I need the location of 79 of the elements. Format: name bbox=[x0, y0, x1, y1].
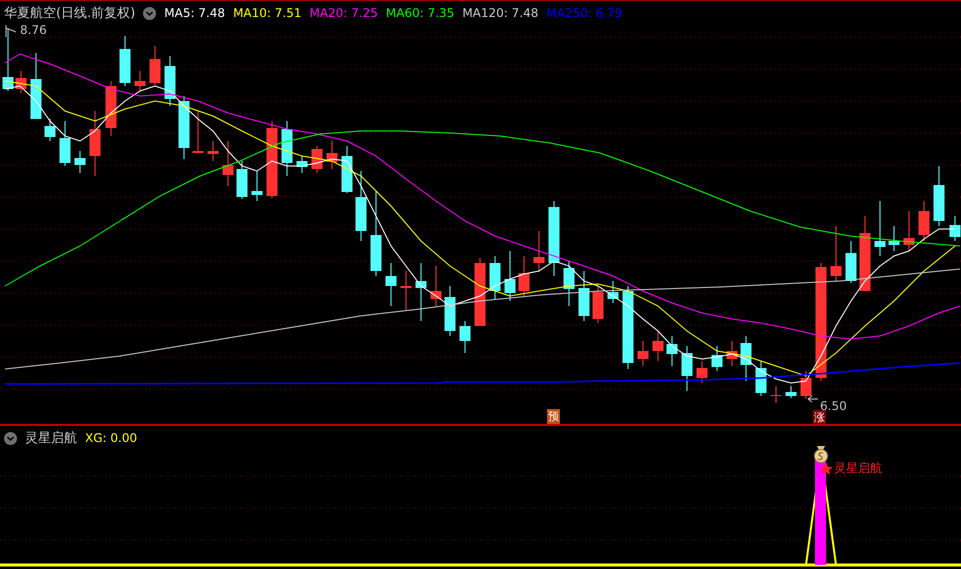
candlestick bbox=[726, 340, 738, 366]
candlestick bbox=[888, 226, 900, 252]
candlestick bbox=[608, 280, 618, 304]
candlestick bbox=[236, 160, 248, 200]
candlestick bbox=[120, 36, 130, 86]
candlestick bbox=[534, 230, 544, 272]
indicator-value: XG: 0.00 bbox=[85, 431, 138, 445]
indicator-value: MA250: 6.79 bbox=[546, 6, 622, 20]
candlestick bbox=[830, 226, 842, 282]
price-label: 6.50 bbox=[820, 399, 847, 413]
candlestick bbox=[326, 140, 338, 170]
star-icon bbox=[819, 462, 833, 475]
candlestick bbox=[178, 96, 190, 160]
candlestick bbox=[150, 46, 160, 86]
candlestick bbox=[2, 28, 14, 92]
candlestick bbox=[430, 266, 442, 306]
candlestick bbox=[518, 256, 530, 296]
candlestick bbox=[666, 336, 678, 366]
candlestick bbox=[44, 118, 56, 142]
arrow-icon bbox=[808, 396, 818, 402]
money-bag-icon bbox=[814, 446, 828, 463]
signal-tag: 涨 bbox=[813, 410, 826, 425]
price-label: 8.76 bbox=[20, 23, 47, 37]
candlestick bbox=[30, 52, 42, 120]
candlestick bbox=[638, 340, 648, 366]
candlestick bbox=[252, 170, 262, 202]
candlestick bbox=[592, 286, 604, 324]
candlestick bbox=[134, 70, 146, 92]
candlestick bbox=[312, 146, 322, 174]
candlestick bbox=[474, 258, 486, 326]
candlestick bbox=[460, 320, 470, 354]
candlestick bbox=[800, 370, 812, 400]
candlestick bbox=[756, 360, 766, 396]
arrow-icon bbox=[6, 24, 16, 38]
candlestick bbox=[786, 386, 796, 398]
candlestick bbox=[386, 262, 396, 306]
candlestick bbox=[16, 70, 26, 94]
candlestick bbox=[490, 256, 500, 300]
candlestick bbox=[416, 262, 426, 322]
chart-title: 华夏航空(日线.前复权) bbox=[4, 5, 136, 22]
candlestick bbox=[74, 150, 86, 174]
candlestick bbox=[652, 330, 664, 362]
candlestick bbox=[222, 140, 234, 186]
candlestick bbox=[208, 140, 218, 162]
indicator-value: MA60: 7.35 bbox=[386, 6, 454, 20]
candlestick bbox=[904, 210, 914, 252]
signal-tag: 预 bbox=[547, 409, 560, 424]
candlestick bbox=[342, 146, 352, 194]
candlestick bbox=[950, 216, 960, 242]
indicator-value: MA120: 7.48 bbox=[462, 6, 538, 20]
candlestick bbox=[504, 250, 516, 302]
candlestick bbox=[770, 386, 782, 404]
dropdown-icon[interactable] bbox=[143, 6, 156, 20]
candlestick bbox=[918, 200, 930, 242]
candlestick bbox=[356, 170, 366, 242]
candlestick bbox=[400, 270, 412, 312]
signal-label: 灵星启航 bbox=[834, 460, 882, 477]
candlestick bbox=[296, 156, 308, 174]
indicator-value: MA20: 7.25 bbox=[309, 6, 378, 20]
candlestick bbox=[192, 110, 204, 154]
candlestick bbox=[164, 56, 176, 106]
candlestick bbox=[712, 346, 722, 372]
indicator-title: 灵星启航 bbox=[25, 430, 77, 447]
candlestick bbox=[846, 240, 856, 284]
candlestick bbox=[934, 166, 944, 226]
candlestick bbox=[564, 260, 574, 306]
candlestick bbox=[106, 80, 116, 136]
candlestick bbox=[740, 336, 752, 382]
candlestick bbox=[444, 286, 456, 336]
candlestick bbox=[282, 120, 292, 176]
candlestick bbox=[578, 270, 590, 322]
indicator-value: MA5: 7.48 bbox=[164, 6, 226, 20]
candlestick bbox=[874, 200, 886, 256]
candlestick bbox=[60, 120, 70, 166]
dropdown-icon[interactable] bbox=[4, 432, 17, 444]
candlestick bbox=[696, 360, 708, 384]
candlestick bbox=[90, 110, 100, 176]
candlestick bbox=[682, 346, 692, 392]
indicator-value: MA10: 7.51 bbox=[233, 6, 302, 20]
